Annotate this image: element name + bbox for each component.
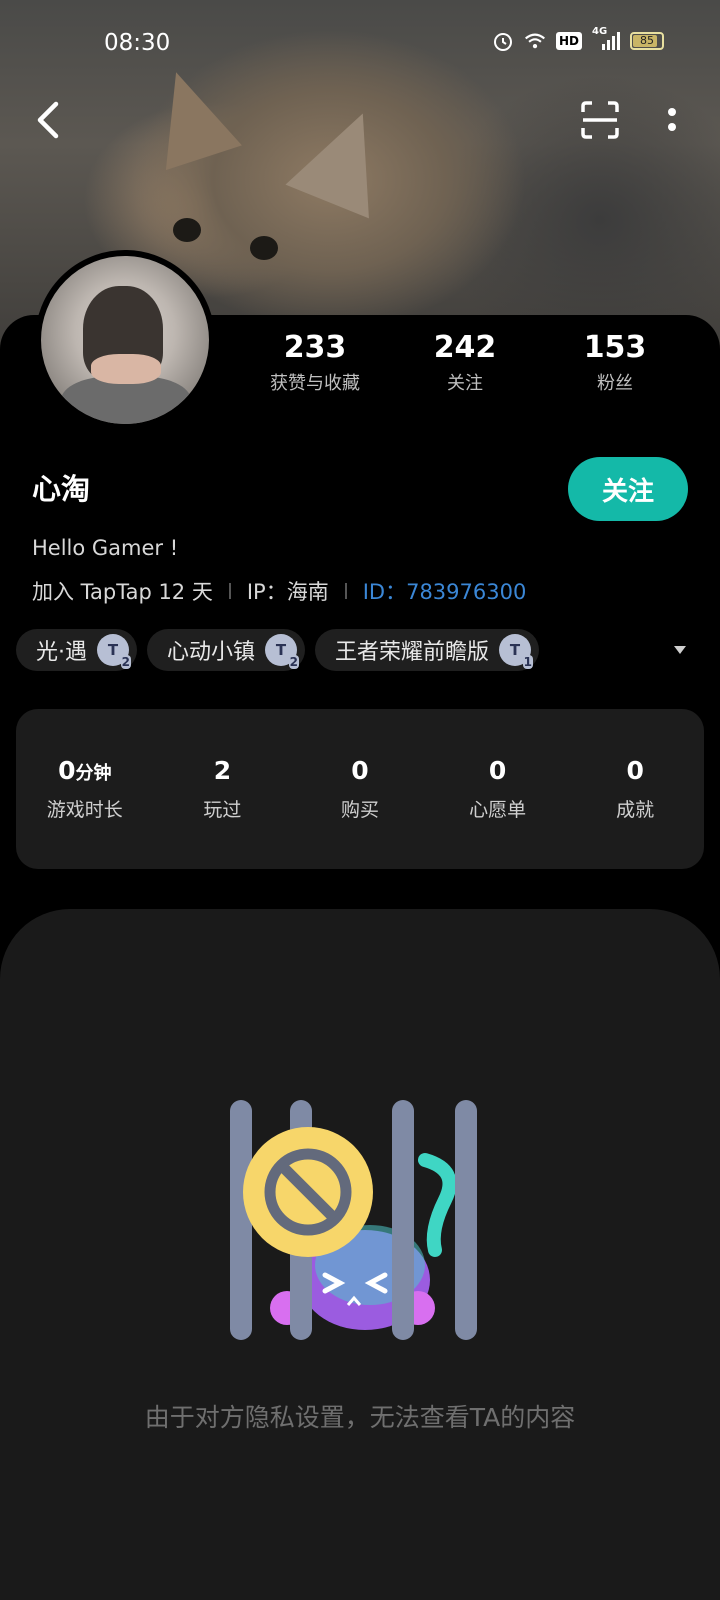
hd-icon: HD <box>556 32 582 50</box>
stat-following[interactable]: 242 关注 <box>390 330 540 395</box>
battery-icon: 85 <box>630 32 664 50</box>
profile-meta: 加入 TapTap 12 天 IP：海南 ID：783976300 <box>32 576 526 606</box>
privacy-blocked-illustration <box>230 1100 477 1340</box>
signal-icon: 4G <box>592 26 620 52</box>
stat-played[interactable]: 2 玩过 <box>154 756 292 822</box>
alarm-icon <box>492 30 514 52</box>
more-vertical-icon <box>668 108 676 131</box>
profile-stats: 233 获赞与收藏 242 关注 153 粉丝 <box>240 330 710 395</box>
wifi-icon <box>524 30 546 52</box>
stat-wishlist[interactable]: 0 心愿单 <box>429 756 567 822</box>
chevron-left-icon <box>37 101 59 139</box>
game-tags: 光·遇 T2 心动小镇 T2 王者荣耀前瞻版 T1 <box>16 629 540 671</box>
game-stats-card: 0分钟 游戏时长 2 玩过 0 购买 0 心愿单 0 成就 <box>16 709 704 869</box>
status-bar: 08:30 HD 4G 85 <box>0 22 720 66</box>
ip-location: IP：海南 <box>246 580 329 604</box>
stat-achievements[interactable]: 0 成就 <box>566 756 704 822</box>
profile-bio: Hello Gamer ! <box>32 536 179 560</box>
divider <box>228 583 231 599</box>
joined-days: 加入 TapTap 12 天 <box>32 580 213 604</box>
expand-tags-icon[interactable] <box>674 646 686 654</box>
taptap-level-icon: T2 <box>97 634 131 669</box>
privacy-message: 由于对方隐私设置，无法查看TA的内容 <box>144 1403 576 1432</box>
follow-button[interactable]: 关注 <box>568 457 688 521</box>
avatar[interactable] <box>35 250 215 430</box>
stat-likes[interactable]: 233 获赞与收藏 <box>240 330 390 395</box>
profile-name: 心淘 <box>32 472 91 506</box>
taptap-level-icon: T1 <box>499 634 534 669</box>
stat-followers[interactable]: 153 粉丝 <box>540 330 690 395</box>
user-id[interactable]: ID：783976300 <box>363 576 527 606</box>
scan-icon <box>581 101 619 139</box>
divider <box>344 583 347 599</box>
status-time: 08:30 <box>104 30 171 56</box>
game-tag[interactable]: 王者荣耀前瞻版 T1 <box>315 629 540 671</box>
game-tag[interactable]: 光·遇 T2 <box>16 629 137 671</box>
back-button[interactable] <box>20 92 76 148</box>
more-options-button[interactable] <box>644 92 700 148</box>
stat-play-time[interactable]: 0分钟 游戏时长 <box>16 756 154 822</box>
taptap-level-icon: T2 <box>265 634 300 669</box>
game-tag[interactable]: 心动小镇 T2 <box>147 629 306 671</box>
stat-purchased[interactable]: 0 购买 <box>291 756 429 822</box>
scan-button[interactable] <box>572 92 628 148</box>
